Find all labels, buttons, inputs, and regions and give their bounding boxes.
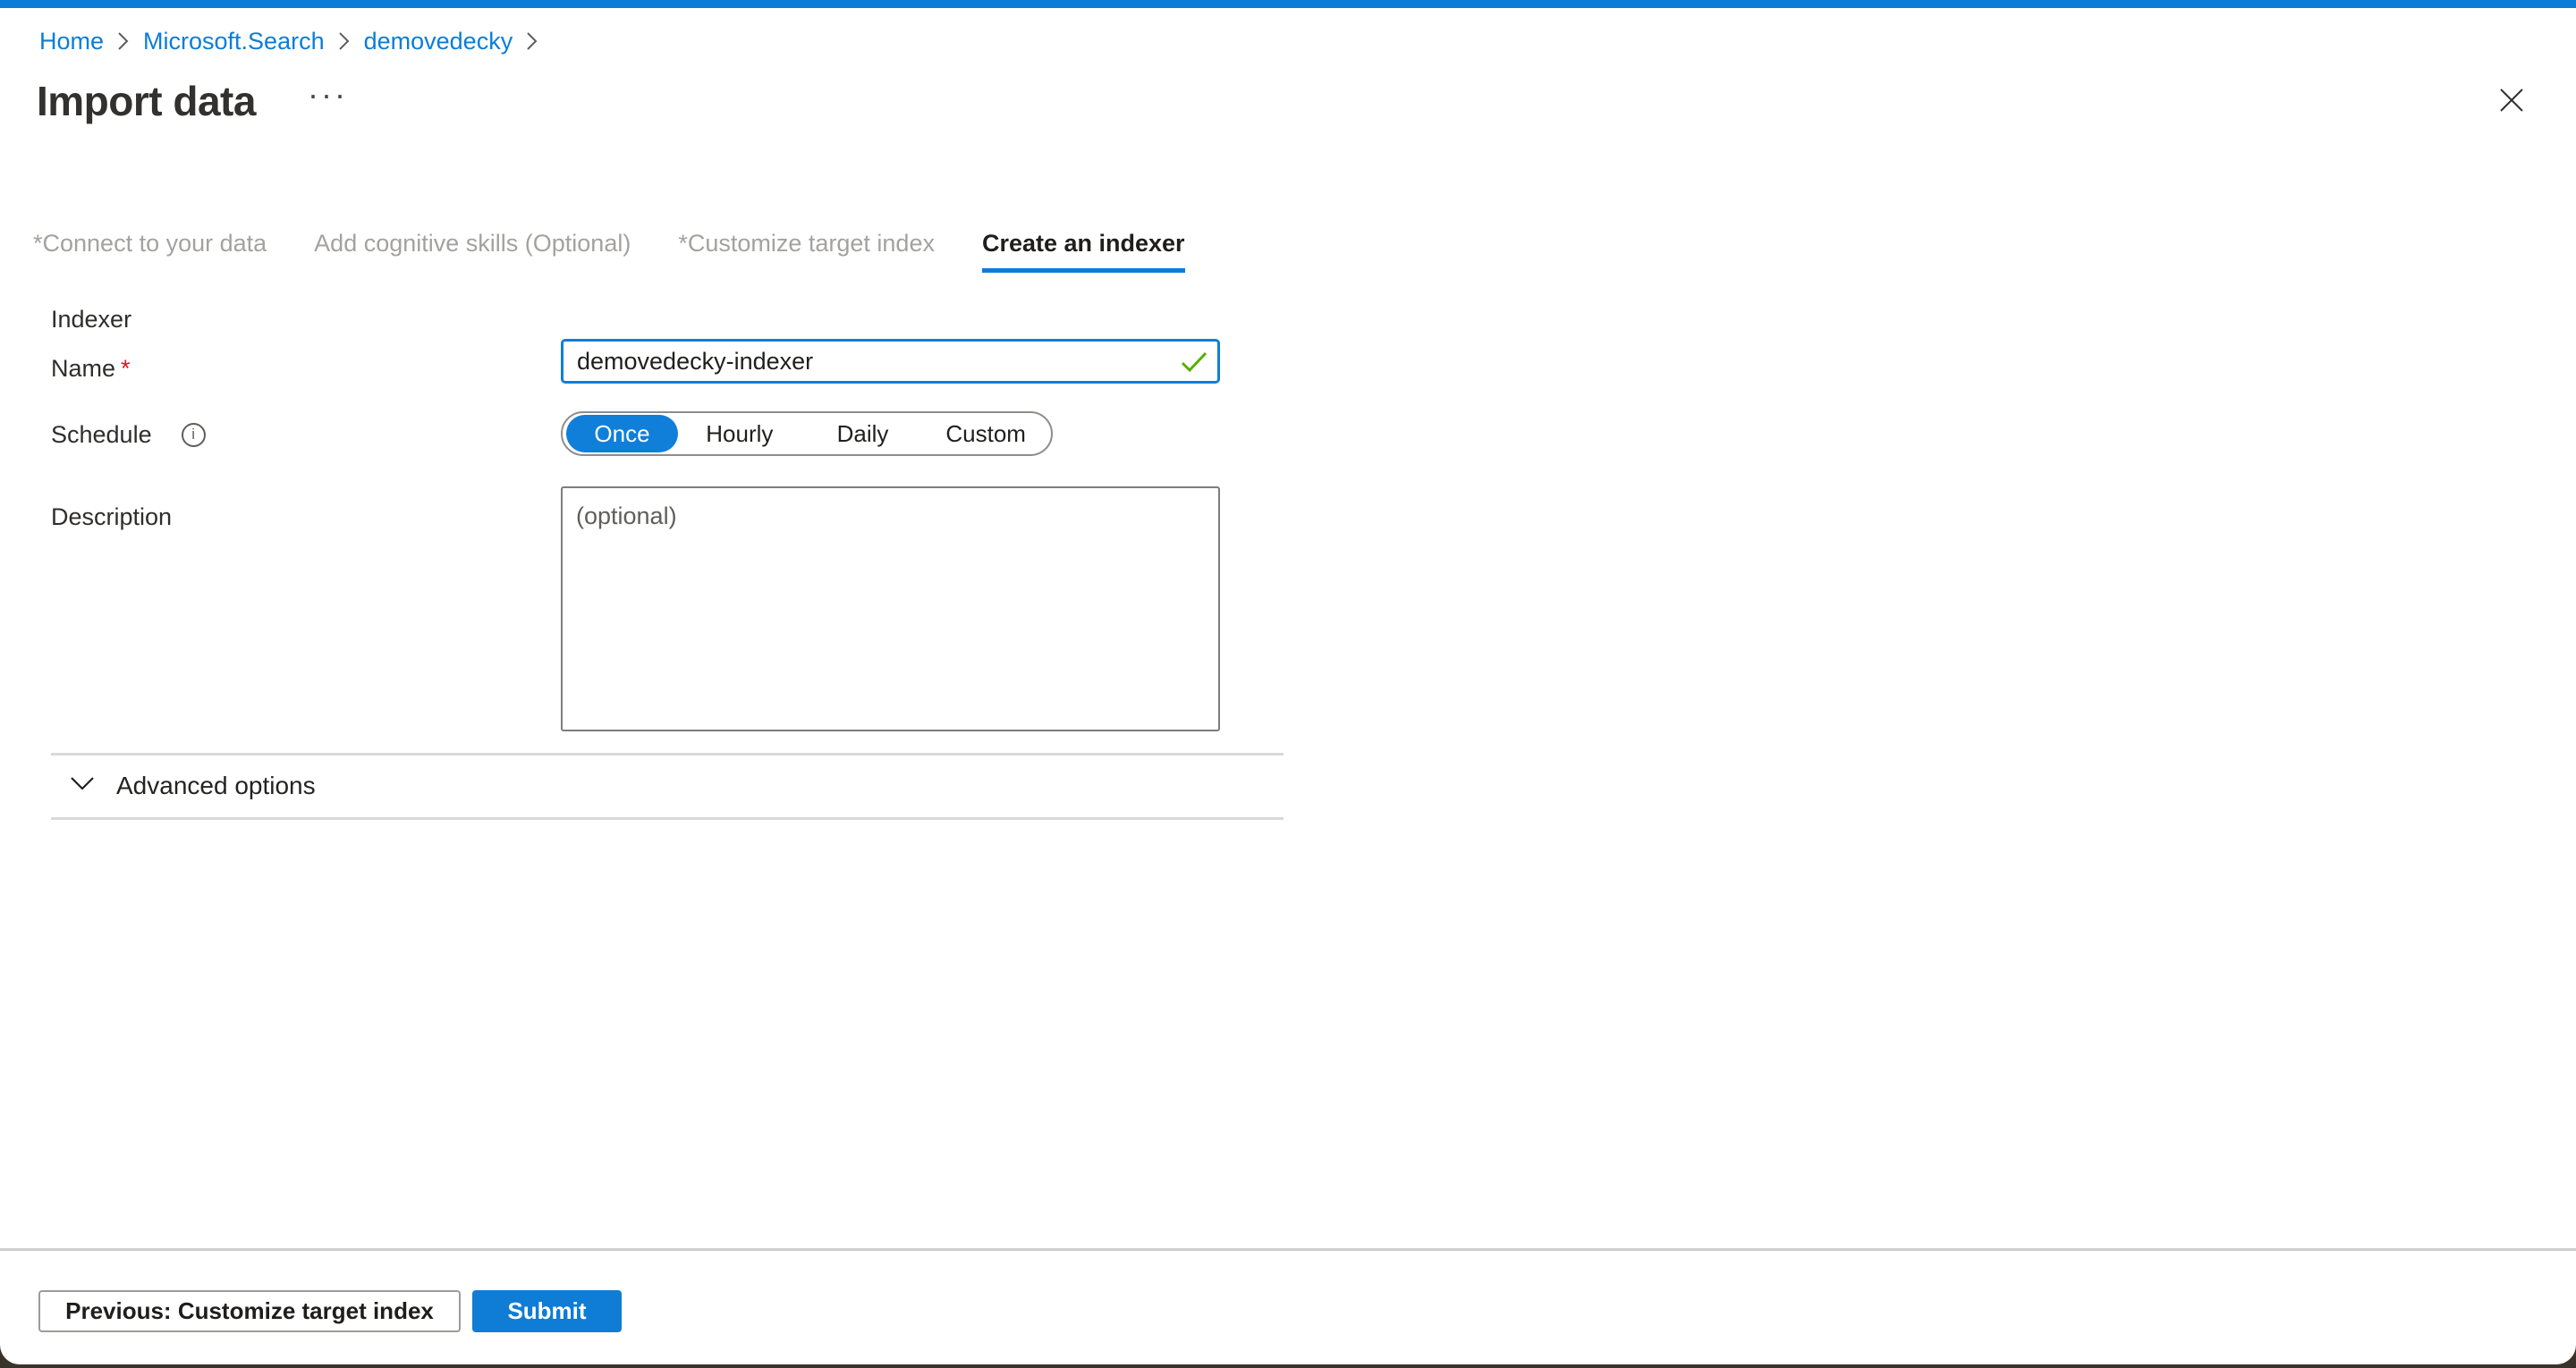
schedule-field-label: Schedule i xyxy=(51,420,206,449)
breadcrumb-link-resource[interactable]: demovedecky xyxy=(364,27,513,55)
schedule-option-custom[interactable]: Custom xyxy=(924,420,1047,448)
breadcrumb-link-service[interactable]: Microsoft.Search xyxy=(143,27,325,55)
advanced-options-toggle[interactable]: Advanced options xyxy=(70,771,316,801)
chevron-down-icon xyxy=(70,776,95,796)
wizard-tabs: *Connect to your data Add cognitive skil… xyxy=(33,230,1185,273)
previous-step-button[interactable]: Previous: Customize target index xyxy=(38,1290,461,1332)
info-icon[interactable]: i xyxy=(182,423,206,447)
chevron-right-icon xyxy=(526,30,538,53)
description-field-label: Description xyxy=(51,502,172,531)
schedule-option-hourly[interactable]: Hourly xyxy=(678,420,801,448)
valid-check-icon xyxy=(1181,351,1208,377)
schedule-toggle-group: Once Hourly Daily Custom xyxy=(561,411,1053,456)
submit-button[interactable]: Submit xyxy=(472,1290,622,1332)
breadcrumb-link-home[interactable]: Home xyxy=(39,27,104,55)
indexer-name-input[interactable] xyxy=(561,339,1220,384)
tab-connect-to-your-data[interactable]: *Connect to your data xyxy=(33,230,267,273)
portal-top-accent-bar xyxy=(0,0,2576,8)
schedule-option-once[interactable]: Once xyxy=(566,415,678,452)
tab-add-cognitive-skills[interactable]: Add cognitive skills (Optional) xyxy=(314,230,631,273)
schedule-option-daily[interactable]: Daily xyxy=(801,420,925,448)
divider xyxy=(51,817,1284,820)
tab-customize-target-index[interactable]: *Customize target index xyxy=(678,230,935,273)
tab-create-an-indexer[interactable]: Create an indexer xyxy=(982,230,1185,273)
breadcrumb: Home Microsoft.Search demovedecky xyxy=(39,27,538,55)
chevron-right-icon xyxy=(338,30,351,53)
indexer-name-field-wrap xyxy=(561,339,1220,384)
import-data-panel: Home Microsoft.Search demovedecky Import… xyxy=(0,0,2576,1364)
more-menu-icon[interactable]: ··· xyxy=(308,79,348,111)
footer-divider xyxy=(0,1248,2576,1251)
name-field-label: Name* xyxy=(51,354,131,383)
required-asterisk: * xyxy=(121,355,131,382)
divider xyxy=(51,753,1284,756)
advanced-options-label: Advanced options xyxy=(116,771,316,801)
description-textarea[interactable] xyxy=(561,486,1220,731)
close-icon[interactable] xyxy=(2496,84,2528,116)
chevron-right-icon xyxy=(117,30,130,53)
page-title: Import data xyxy=(37,77,256,125)
indexer-section-label: Indexer xyxy=(51,305,131,334)
